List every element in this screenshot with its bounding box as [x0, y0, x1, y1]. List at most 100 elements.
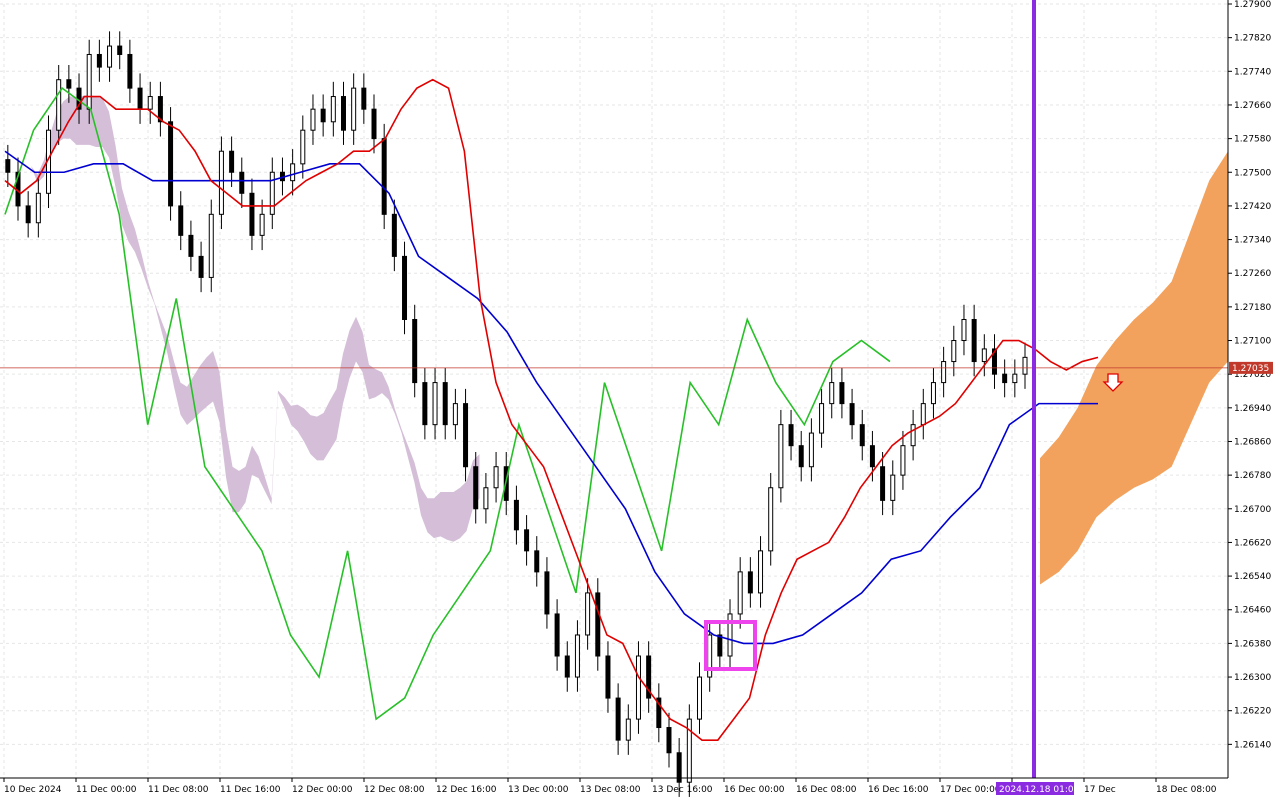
price-tick-label: 1.27500: [1234, 168, 1271, 178]
candle-bull: [300, 129, 306, 165]
current-price-tag: 1.27035: [1229, 361, 1273, 374]
candle-bear: [615, 697, 621, 741]
candle-bear: [422, 382, 428, 426]
price-tick-label: 1.26860: [1234, 437, 1271, 447]
candle-bull: [208, 213, 214, 278]
candle-bear: [178, 205, 184, 236]
candle-bear: [524, 529, 530, 552]
candle-bear: [391, 213, 397, 257]
candle-bull: [697, 676, 703, 720]
candle-bear: [320, 108, 326, 123]
candle-bear: [473, 466, 479, 510]
candle-bull: [1012, 373, 1018, 384]
candle-bull: [900, 445, 906, 476]
price-tick-label: 1.27740: [1234, 67, 1271, 77]
price-tick-label: 1.26220: [1234, 707, 1271, 717]
time-tick-label: 13 Dec 00:00: [508, 785, 569, 795]
candle-bear: [412, 318, 418, 384]
candle-bull: [941, 361, 947, 384]
candle-bull: [737, 571, 743, 615]
price-tick-label: 1.27820: [1234, 34, 1271, 44]
candle-bull: [778, 424, 784, 489]
candle-bear: [1002, 373, 1008, 384]
candle-bear: [25, 205, 31, 224]
candle-bull: [432, 382, 438, 426]
price-tick-label: 1.26380: [1234, 639, 1271, 649]
ichimoku-chart[interactable]: 1.27900 1.27820 1.27740 1.27660 1.27580 1.275…: [0, 0, 1280, 800]
candle-bear: [229, 150, 235, 173]
candle-bear: [839, 382, 845, 405]
candle-bear: [971, 318, 977, 363]
candle-bear: [127, 53, 133, 89]
current-price-label: 1.27035: [1232, 364, 1269, 374]
candle-bull: [452, 403, 458, 426]
candle-bear: [869, 445, 875, 468]
price-tick-label: 1.27260: [1234, 269, 1271, 279]
time-tick-label: 17 Dec 00:00: [940, 785, 1001, 795]
candle-bull: [269, 171, 275, 215]
candle-bear: [66, 79, 72, 89]
price-tick-label: 1.26780: [1234, 471, 1271, 481]
candle-bull: [819, 403, 825, 434]
time-tick-label: 11 Dec 16:00: [220, 785, 281, 795]
time-tick-label: 12 Dec 16:00: [436, 785, 497, 795]
candle-bull: [585, 592, 591, 636]
price-tick-label: 1.26540: [1234, 572, 1271, 582]
time-tick-label: 18 Dec 08:00: [1156, 785, 1217, 795]
time-tick-label: 17 Dec: [1084, 785, 1116, 795]
candle-bear: [381, 138, 387, 215]
time-tick-label: 13 Dec 08:00: [580, 785, 641, 795]
price-tick-label: 1.27660: [1234, 101, 1271, 111]
candle-bear: [188, 234, 194, 257]
candle-bull: [483, 487, 489, 510]
candle-bull: [310, 108, 316, 131]
price-tick-label: 1.27180: [1234, 303, 1271, 313]
time-tick-label: 16 Dec 00:00: [724, 785, 785, 795]
candle-bear: [534, 550, 540, 573]
candle-bull: [890, 474, 896, 501]
price-tick-label: 1.27100: [1234, 337, 1271, 347]
candle-bear: [249, 192, 255, 236]
price-tick-label: 1.27900: [1234, 0, 1271, 10]
candle-bull: [829, 382, 835, 405]
price-tick-label: 1.27340: [1234, 236, 1271, 246]
candle-bull: [147, 96, 153, 110]
candle-bull: [330, 96, 336, 123]
price-tick-label: 1.26620: [1234, 538, 1271, 548]
candle-bull: [574, 634, 580, 678]
candle-bull: [56, 79, 62, 131]
candle-bear: [595, 592, 601, 657]
candle-bull: [107, 45, 113, 68]
candle-bull: [951, 340, 957, 363]
candle-bull: [920, 403, 926, 426]
candle-bear: [788, 424, 794, 447]
price-tick-label: 1.26460: [1234, 606, 1271, 616]
candle-bear: [513, 499, 519, 531]
candle-bull: [351, 87, 357, 131]
candle-bull: [1022, 356, 1028, 375]
candle-bull: [218, 150, 224, 215]
candle-bear: [880, 466, 886, 501]
candle-bear: [168, 121, 174, 207]
candle-bull: [35, 192, 41, 224]
time-tick-label: 12 Dec 00:00: [292, 785, 353, 795]
price-tick-label: 1.27580: [1234, 135, 1271, 145]
time-marker-label: 2024.12.18 01:00: [999, 785, 1080, 795]
time-tick-label: 16 Dec 08:00: [796, 785, 857, 795]
time-marker-tag: 2024.12.18 01:00: [996, 782, 1080, 795]
time-tick-label: 11 Dec 00:00: [76, 785, 137, 795]
candle-bull: [930, 382, 936, 405]
candle-bear: [554, 613, 560, 657]
candle-bear: [463, 403, 469, 468]
candle-bear: [605, 655, 611, 699]
candle-bear: [666, 727, 672, 754]
candle-bull: [86, 53, 92, 110]
candle-bull: [635, 655, 641, 720]
time-tick-label: 12 Dec 08:00: [364, 785, 425, 795]
time-tick-label: 11 Dec 08:00: [148, 785, 209, 795]
candle-bear: [402, 255, 408, 320]
candle-bear: [544, 571, 550, 615]
price-tick-label: 1.26140: [1234, 740, 1271, 750]
candle-bear: [198, 255, 204, 278]
candle-bear: [798, 445, 804, 468]
